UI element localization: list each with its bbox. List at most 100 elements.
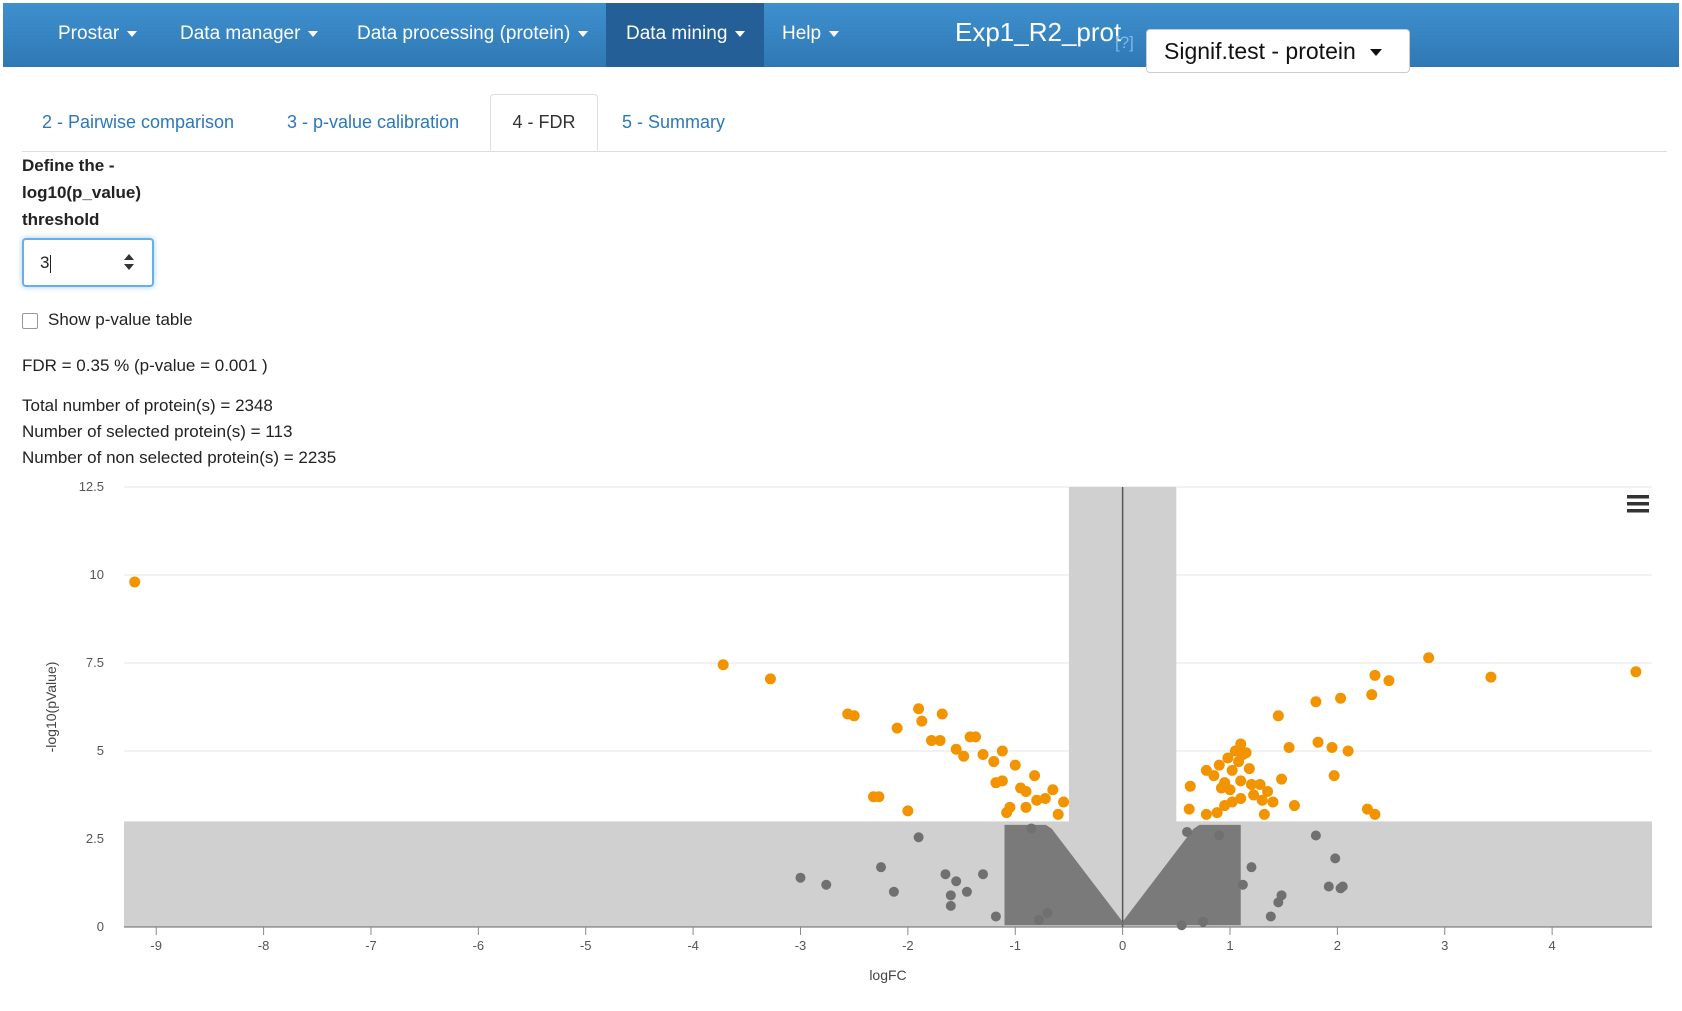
non-selected-point [961,886,972,897]
non-selected-point [888,886,899,897]
selected-point [1366,689,1378,701]
selected-point [1369,669,1381,681]
non-selected-point [1276,890,1287,901]
non-selected-point [1042,907,1053,918]
selected-point [848,710,860,722]
selected-point [1183,803,1195,815]
non-selected-point [1335,883,1346,894]
selected-point [1267,796,1279,808]
selected-point [1272,710,1284,722]
selected-point [1001,807,1013,819]
selected-point [1200,808,1212,820]
selected-point [873,791,885,803]
selected-point [1215,782,1227,794]
x-tick-label: -6 [473,938,485,953]
non-selected-point [1026,823,1037,834]
x-tick-label: 4 [1549,938,1556,953]
y-tick-label: 10 [90,567,104,582]
non-selected-point [1237,879,1248,890]
volcano-plot: 0 2.5 5 7.5 10 12.5 -9 -8 -7 -6 -5 -4 -3 -2 -1 0 1 2 3 4 log… [43,479,1652,983]
x-tick-label: -9 [150,938,162,953]
non-selected-point [1265,911,1276,922]
x-axis-title: logFC [869,967,906,983]
hamburger-bar [1627,502,1649,506]
x-tick-label: 0 [1119,938,1126,953]
non-selected-point [990,911,1001,922]
y-tick-label: 5 [97,743,104,758]
x-tick-label: -1 [1009,938,1021,953]
selected-point [1423,652,1435,664]
non-selected-point [951,876,962,887]
non-selected-point [821,879,832,890]
selected-point [1240,747,1252,759]
selected-point [1276,773,1288,785]
selected-point [913,703,925,715]
selected-point [902,805,914,817]
selected-point [934,734,946,746]
selected-point [970,731,982,743]
non-selected-point [1198,916,1209,927]
selected-point [1047,784,1059,796]
selected-point [1243,763,1255,775]
y-tick-label: 2.5 [86,831,104,846]
selected-point [1058,796,1070,808]
selected-point [988,756,1000,768]
hamburger-bar [1627,509,1649,513]
non-selected-point [876,862,887,873]
non-selected-point [945,900,956,911]
x-tick-label: -8 [258,938,270,953]
selected-point [958,750,970,762]
x-tick-label: -2 [902,938,914,953]
non-selected-point [1214,830,1225,841]
x-tick-label: 2 [1334,938,1341,953]
selected-point [1039,793,1051,805]
selected-point [1383,675,1395,687]
x-tick-label: 1 [1226,938,1233,953]
selected-point [977,749,989,761]
selected-point [1369,808,1381,820]
selected-point [1009,759,1021,771]
x-tick-label: -7 [365,938,377,953]
selected-point [1213,759,1225,771]
selected-point [1226,764,1238,776]
selected-point [764,673,776,685]
non-selected-point [1033,914,1044,925]
non-selected-point [1246,862,1257,873]
selected-point [996,775,1008,787]
selected-point [129,576,141,588]
y-tick-label: 0 [97,919,104,934]
non-selected-point [1182,826,1193,837]
selected-point [1288,800,1300,812]
selected-point [1052,808,1064,820]
selected-point [1248,789,1260,801]
non-selected-point [940,869,951,880]
y-tick-label: 12.5 [79,479,104,494]
selected-point [936,708,948,720]
y-axis-title: -log10(pValue) [43,662,59,753]
selected-point [1485,671,1497,683]
selected-point [891,722,903,734]
selected-point [1029,770,1041,782]
selected-point [1020,801,1032,813]
selected-point [1258,808,1270,820]
selected-point [1312,736,1324,748]
non-selected-point [913,832,924,843]
selected-point [1020,785,1032,797]
y-tick-label: 7.5 [86,655,104,670]
selected-point [1219,800,1231,812]
selected-point [996,745,1008,757]
hamburger-icon[interactable] [1627,495,1649,513]
non-selected-point [978,869,989,880]
non-selected-point [1176,920,1187,931]
selected-point [1630,666,1642,678]
x-tick-label: -3 [795,938,807,953]
non-selected-point [1330,853,1341,864]
selected-point [1200,764,1212,776]
x-tick-label: 3 [1441,938,1448,953]
selected-point [1342,745,1354,757]
selected-point [1310,696,1322,708]
non-selected-point [795,872,806,883]
selected-point [1235,775,1247,787]
selected-point [1184,780,1196,792]
selected-point [1326,741,1338,753]
